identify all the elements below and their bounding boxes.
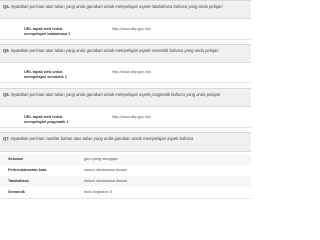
question-text: Q7. Nyatakan perisian sumber bahan atas …	[3, 136, 247, 142]
answer-value: kamus tatabahasa dewan	[84, 179, 128, 183]
question-number: Q5.	[3, 48, 10, 53]
answer-label: Sebutan	[8, 157, 23, 161]
question-header: Q7. Nyatakan perisian sumber bahan atas …	[0, 133, 251, 152]
question-number: Q6.	[3, 92, 10, 97]
answer-label: URL tapak web untuk mempelajari pragmati…	[24, 115, 69, 124]
answer-row: URL tapak web untuk mempelajari pragmati…	[0, 112, 251, 128]
question-header: Q6. Nyatakan perisian atas talian yang a…	[0, 89, 251, 107]
answer-row: URL tapak web untuk mempelajari semantik…	[0, 67, 251, 83]
question-prompt: Nyatakan perisian atas talian yang anda …	[10, 92, 221, 97]
question-prompt: Nyatakan perisian atas talian yang anda …	[10, 4, 223, 9]
answer-value: http://www.dbp.gov.my/	[112, 27, 151, 31]
question-prompt: Nyatakan perisian atas talian yang anda …	[10, 48, 219, 53]
question-header: Q4. Nyatakan perisian atas talian yang a…	[0, 1, 251, 19]
answer-label: URL tapak web untuk mempelajari tatabaha…	[24, 27, 71, 36]
answer-row: Semantik buku tingkatan 5	[0, 187, 251, 199]
answer-label: Perbendaharaan kata	[8, 168, 47, 172]
question-text: Q4. Nyatakan perisian atas talian yang a…	[3, 4, 247, 10]
survey-response-page: Q4. Nyatakan perisian atas talian yang a…	[0, 0, 251, 201]
question-text: Q6. Nyatakan perisian atas talian yang a…	[3, 92, 247, 98]
answer-value: http://www.dbp.gov.my/	[112, 70, 151, 74]
answer-value: kamus tatabahasa dewan	[84, 168, 128, 172]
answer-row: URL tapak web untuk mempelajari tatabaha…	[0, 24, 251, 40]
answer-value: buku tingkatan 5	[84, 190, 112, 194]
question-block-q4: Q4. Nyatakan perisian atas talian yang a…	[0, 0, 251, 45]
answer-label: URL tapak web untuk mempelajari semantik…	[24, 70, 67, 79]
answer-label: Tatabahasa	[8, 179, 29, 183]
question-number: Q4.	[3, 4, 10, 9]
question-block-q5: Q5. Nyatakan perisian atas talian yang a…	[0, 44, 251, 89]
answer-value: http://www.dbp.gov.my/	[112, 115, 151, 119]
question-block-q7: Q7. Nyatakan perisian sumber bahan atas …	[0, 132, 251, 201]
answer-label: Semantik	[8, 190, 25, 194]
question-number: Q7.	[3, 136, 10, 141]
question-prompt: Nyatakan perisian sumber bahan atas tali…	[10, 136, 194, 141]
answer-value: guru yang mengajar	[84, 157, 118, 161]
question-text: Q5. Nyatakan perisian atas talian yang a…	[3, 48, 247, 54]
question-header: Q5. Nyatakan perisian atas talian yang a…	[0, 45, 251, 63]
question-block-q6: Q6. Nyatakan perisian atas talian yang a…	[0, 88, 251, 133]
